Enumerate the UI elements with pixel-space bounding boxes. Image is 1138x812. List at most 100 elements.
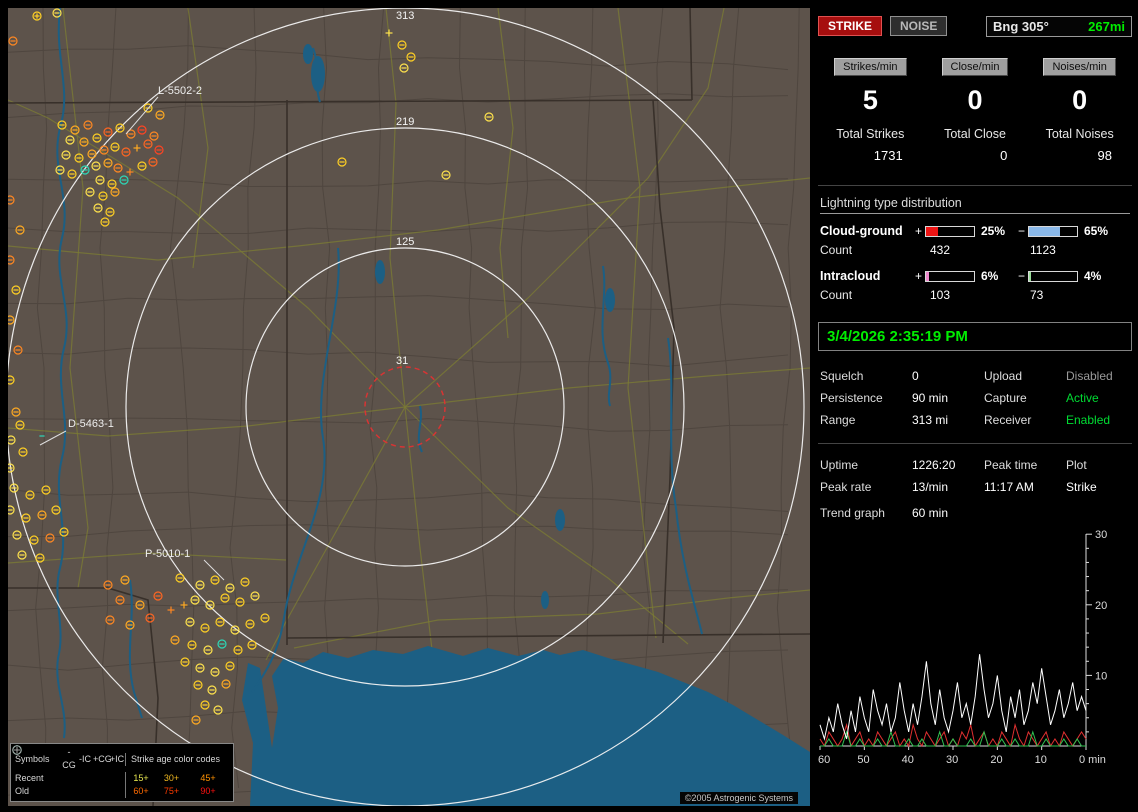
minus-sign: − — [1015, 269, 1028, 283]
legend-col-header: -CG — [61, 746, 77, 772]
total-label: Total Close — [923, 127, 1028, 141]
rate-button[interactable]: Close/min — [942, 58, 1009, 76]
distribution-type-label: Cloud-ground — [820, 224, 912, 238]
range-ring-label: 313 — [396, 10, 414, 22]
setting-key: Persistence — [820, 391, 912, 405]
strike-indicator-button[interactable]: STRIKE — [818, 16, 882, 36]
distribution-panel: Lightning type distribution Cloud-ground… — [818, 186, 1132, 320]
lightning-map[interactable]: 313 219 125 31 L-5502-2 D-5463-1 P-5010-1 Symb… — [8, 8, 810, 806]
plus-sign: + — [912, 269, 925, 283]
trend-graph-label: Trend graph — [820, 506, 912, 520]
minus-count: 73 — [1012, 288, 1130, 302]
legend-row-label: Old — [15, 785, 61, 798]
trend-graph: 3020106050403020100 min — [818, 528, 1130, 778]
map-legend: Symbols-CG-IC+CG+ICStrike age color code… — [10, 743, 234, 802]
minus-bar — [1028, 271, 1078, 282]
graph-y-tick: 30 — [1095, 529, 1107, 541]
sidebar: STRIKE NOISE Bng 305° 267mi Strikes/min 5… — [818, 8, 1132, 806]
legend-col-header: -IC — [77, 753, 93, 766]
bearing-display: Bng 305° 267mi — [986, 16, 1132, 37]
graph-x-tick: 40 — [902, 754, 914, 766]
setting-value: Enabled — [1066, 413, 1130, 427]
plus-percent: 6% — [975, 269, 1015, 283]
rate-value: 0 — [1027, 85, 1132, 116]
total-label: Total Strikes — [818, 127, 923, 141]
legend-age-header: Strike age color codes — [125, 753, 229, 766]
storm-cell-label: L-5502-2 — [158, 85, 202, 97]
setting-key: Squelch — [820, 369, 912, 383]
setting-value: 313 mi — [912, 413, 984, 427]
bearing-distance: 267mi — [1088, 19, 1125, 34]
bearing-label: Bng 305° — [993, 19, 1049, 34]
storm-cell-label: P-5010-1 — [145, 548, 190, 560]
rate-button[interactable]: Strikes/min — [834, 58, 906, 76]
minus-sign: − — [1015, 224, 1028, 238]
setting-key: Upload — [984, 369, 1066, 383]
setting-key: Capture — [984, 391, 1066, 405]
setting-key: Receiver — [984, 413, 1066, 427]
minus-percent: 65% — [1078, 224, 1118, 238]
minus-count: 1123 — [1012, 243, 1130, 257]
status-cell: Peak rate — [820, 480, 912, 494]
trend-graph-value: 60 min — [912, 506, 1130, 520]
status-cell: 1226:20 — [912, 458, 984, 472]
distribution-title: Lightning type distribution — [820, 196, 1130, 214]
status-cell: Peak time — [984, 458, 1066, 472]
graph-y-tick: 10 — [1095, 670, 1107, 682]
graph-x-tick: 60 — [818, 754, 830, 766]
distribution-row: Cloud-ground+25%− 65% — [820, 224, 1130, 238]
settings-panel: Squelch0UploadDisabled Persistence90 minC… — [818, 361, 1132, 444]
range-ring-label: 125 — [396, 236, 414, 248]
stats-panel: Strikes/min 5 Total Strikes 1731 Close/min 0 T… — [818, 38, 1132, 186]
status-cell: Strike — [1066, 480, 1130, 494]
legend-age-value: 45+ — [187, 772, 229, 785]
topbar: STRIKE NOISE Bng 305° 267mi — [818, 14, 1132, 38]
graph-x-tick: 0 min — [1079, 754, 1106, 766]
distribution-row: Intracloud+6%− 4% — [820, 269, 1130, 283]
legend-row-label: Recent — [15, 772, 61, 785]
graph-x-tick: 30 — [946, 754, 958, 766]
storm-cell-label: D-5463-1 — [68, 418, 114, 430]
trend-graph-row: Trend graph 60 min — [818, 496, 1132, 520]
plus-sign: + — [912, 224, 925, 238]
rate-button[interactable]: Noises/min — [1043, 58, 1115, 76]
stat-column: Close/min 0 Total Close 0 — [923, 58, 1028, 163]
graph-series-close — [820, 732, 1086, 746]
status-cell: Plot — [1066, 458, 1130, 472]
status-panel: Uptime1226:20Peak timePlotPeak rate13/mi… — [818, 444, 1132, 496]
graph-series-noises — [820, 725, 1086, 746]
legend-age-value: 30+ — [156, 772, 187, 785]
graph-x-tick: 20 — [990, 754, 1002, 766]
plus-count: 432 — [912, 243, 1012, 257]
status-cell: 11:17 AM — [984, 480, 1066, 494]
legend-col-header: +IC — [109, 753, 125, 766]
count-label: Count — [820, 288, 912, 302]
stat-column: Strikes/min 5 Total Strikes 1731 — [818, 58, 923, 163]
count-label: Count — [820, 243, 912, 257]
app-window: 313 219 125 31 L-5502-2 D-5463-1 P-5010-1 Symb… — [0, 0, 1138, 812]
graph-x-tick: 50 — [857, 754, 869, 766]
map-canvas: 313 219 125 31 L-5502-2 D-5463-1 P-5010-1 — [8, 8, 810, 806]
total-value: 1731 — [818, 148, 923, 163]
total-value: 98 — [1027, 148, 1132, 163]
setting-value: Disabled — [1066, 369, 1130, 383]
minus-bar — [1028, 226, 1078, 237]
graph-series-strikes — [820, 654, 1086, 739]
plus-bar — [925, 226, 975, 237]
setting-key: Range — [820, 413, 912, 427]
setting-value: 90 min — [912, 391, 984, 405]
minus-percent: 4% — [1078, 269, 1118, 283]
distribution-rows: Cloud-ground+25%−65%Count4321123Intraclo… — [820, 224, 1130, 302]
range-ring-label: 31 — [396, 355, 408, 367]
distribution-type-label: Intracloud — [820, 269, 912, 283]
total-label: Total Noises — [1027, 127, 1132, 141]
legend-col-header: +CG — [93, 753, 109, 766]
total-value: 0 — [923, 148, 1028, 163]
rate-value: 0 — [923, 85, 1028, 116]
range-ring-label: 219 — [396, 116, 414, 128]
noise-indicator-button[interactable]: NOISE — [890, 16, 947, 36]
rate-value: 5 — [818, 85, 923, 116]
setting-value: 0 — [912, 369, 984, 383]
datetime-display: 3/4/2026 2:35:19 PM — [818, 322, 1132, 351]
plus-percent: 25% — [975, 224, 1015, 238]
